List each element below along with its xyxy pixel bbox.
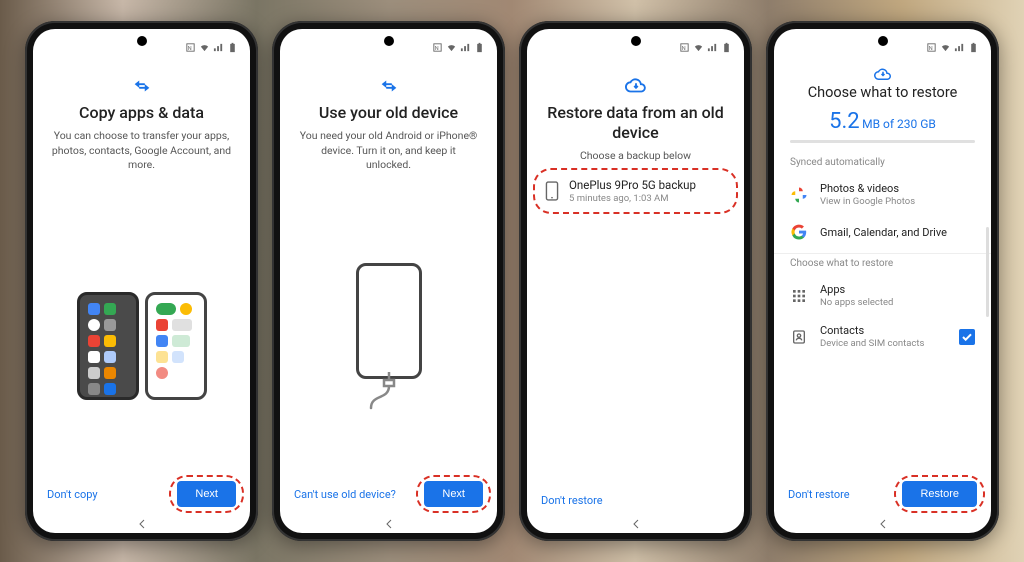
google-photos-icon <box>790 186 808 204</box>
contacts-icon <box>790 328 808 346</box>
signal-icon <box>707 42 718 53</box>
phone-3-screen: N Restore data from an old device Choose… <box>527 29 744 533</box>
row-title: Apps <box>820 283 893 296</box>
back-nav-icon[interactable] <box>630 518 642 530</box>
page-title: Choose what to restore <box>788 84 977 101</box>
page-subtitle: You can choose to transfer your apps, ph… <box>51 129 232 173</box>
cloud-download-icon <box>874 67 892 81</box>
transfer-arrows-icon <box>131 75 153 97</box>
battery-icon <box>968 42 979 53</box>
apps-grid-icon <box>790 287 808 305</box>
illustration-area <box>280 173 497 481</box>
section-header-choose: Choose what to restore <box>774 258 991 275</box>
cable-icon <box>364 372 414 412</box>
phone-4-screen: N Choose what to restore 5.2 MB of 230 G… <box>774 29 991 533</box>
wifi-icon <box>199 42 210 53</box>
back-nav-icon[interactable] <box>136 518 148 530</box>
phone-1-screen: N Copy apps & data You can choose to tra… <box>33 29 250 533</box>
illustration-cable-phone <box>356 263 422 379</box>
storage-metric: 5.2 MB of 230 GB <box>788 109 977 134</box>
google-g-icon <box>790 223 808 241</box>
backup-name: OnePlus 9Pro 5G backup <box>569 178 726 192</box>
phone-4: N Choose what to restore 5.2 MB of 230 G… <box>766 21 999 541</box>
storage-bar <box>790 140 975 143</box>
row-photos-videos[interactable]: Photos & videosView in Google Photos <box>774 174 991 215</box>
android-nav-bar <box>280 515 497 533</box>
divider <box>774 253 991 254</box>
svg-text:N: N <box>682 45 686 51</box>
svg-text:N: N <box>188 45 192 51</box>
battery-icon <box>227 42 238 53</box>
cant-use-device-link[interactable]: Can't use old device? <box>294 488 396 501</box>
stage: N Copy apps & data You can choose to tra… <box>0 0 1024 562</box>
front-camera <box>878 36 888 46</box>
transfer-arrows-icon <box>378 75 400 97</box>
battery-icon <box>474 42 485 53</box>
page-title: Use your old device <box>298 103 479 123</box>
dont-restore-link[interactable]: Don't restore <box>541 494 603 507</box>
row-title: Photos & videos <box>820 182 915 195</box>
dont-copy-link[interactable]: Don't copy <box>47 488 98 501</box>
illustration-old-phone <box>77 292 139 400</box>
page-title: Restore data from an old device <box>545 103 726 143</box>
row-contacts[interactable]: ContactsDevice and SIM contacts <box>774 316 991 357</box>
nfc-icon: N <box>185 42 196 53</box>
row-subtitle: View in Google Photos <box>820 196 915 207</box>
storage-value: 5.2 <box>829 109 860 134</box>
row-subtitle: Device and SIM contacts <box>820 338 924 349</box>
svg-text:N: N <box>929 45 933 51</box>
next-button[interactable]: Next <box>177 481 236 507</box>
backup-timestamp: 5 minutes ago, 1:03 AM <box>569 193 726 204</box>
checkbox-checked-icon[interactable] <box>959 329 975 345</box>
phone-2: N Use your old device You need your old … <box>272 21 505 541</box>
next-button[interactable]: Next <box>424 481 483 507</box>
backup-list-item[interactable]: OnePlus 9Pro 5G backup 5 minutes ago, 1:… <box>527 168 744 214</box>
dont-restore-link[interactable]: Don't restore <box>788 488 850 501</box>
nfc-icon: N <box>432 42 443 53</box>
nfc-icon: N <box>679 42 690 53</box>
phone-3: N Restore data from an old device Choose… <box>519 21 752 541</box>
back-nav-icon[interactable] <box>383 518 395 530</box>
row-subtitle: No apps selected <box>820 297 893 308</box>
page-title: Copy apps & data <box>51 103 232 123</box>
front-camera <box>384 36 394 46</box>
wifi-icon <box>693 42 704 53</box>
android-nav-bar <box>774 515 991 533</box>
back-nav-icon[interactable] <box>877 518 889 530</box>
phone-1: N Copy apps & data You can choose to tra… <box>25 21 258 541</box>
android-nav-bar <box>527 515 744 533</box>
signal-icon <box>213 42 224 53</box>
wifi-icon <box>446 42 457 53</box>
row-gmail-calendar-drive[interactable]: Gmail, Calendar, and Drive <box>774 215 991 249</box>
row-apps[interactable]: AppsNo apps selected <box>774 275 991 316</box>
battery-icon <box>721 42 732 53</box>
scroll-indicator <box>986 227 989 317</box>
svg-text:N: N <box>435 45 439 51</box>
front-camera <box>631 36 641 46</box>
storage-unit: MB of 230 GB <box>860 117 936 131</box>
nfc-icon: N <box>926 42 937 53</box>
illustration-new-phone <box>145 292 207 400</box>
row-title: Gmail, Calendar, and Drive <box>820 226 947 239</box>
page-subtitle: You need your old Android or iPhone® dev… <box>298 129 479 173</box>
android-nav-bar <box>33 515 250 533</box>
restore-button[interactable]: Restore <box>902 481 977 507</box>
page-subtitle: Choose a backup below <box>545 149 726 164</box>
signal-icon <box>460 42 471 53</box>
wifi-icon <box>940 42 951 53</box>
section-header-synced: Synced automatically <box>774 157 991 174</box>
illustration-area <box>33 173 250 481</box>
phone-icon <box>545 181 559 201</box>
row-title: Contacts <box>820 324 924 337</box>
phone-2-screen: N Use your old device You need your old … <box>280 29 497 533</box>
signal-icon <box>954 42 965 53</box>
cloud-download-icon <box>625 75 647 97</box>
front-camera <box>137 36 147 46</box>
